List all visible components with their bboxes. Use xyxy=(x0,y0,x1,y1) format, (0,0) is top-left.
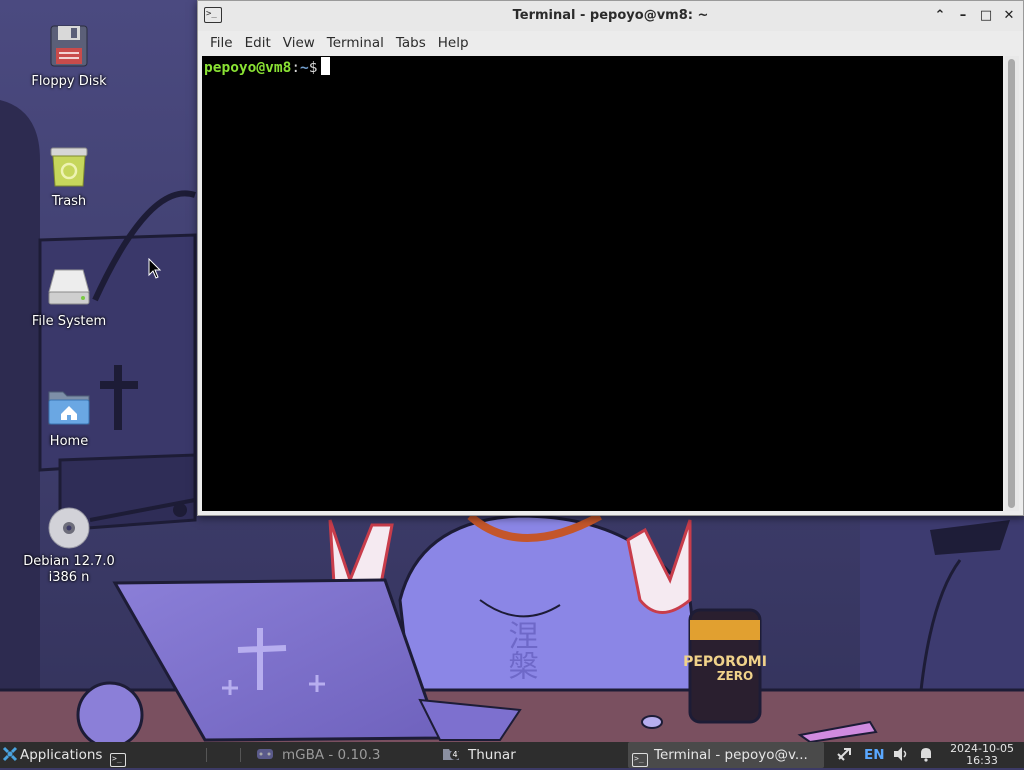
notification-bell-icon[interactable] xyxy=(918,742,934,768)
folder-icon: 4 xyxy=(442,744,460,760)
home-folder-icon xyxy=(45,382,93,430)
desktop-icon-file-system[interactable]: File System xyxy=(14,262,124,330)
mouse-pointer-icon xyxy=(148,258,162,279)
window-count-badge: 4 xyxy=(450,750,460,760)
floppy-disk-icon xyxy=(45,22,93,70)
window-titlebar[interactable]: >_ Terminal - pepoyo@vm8: ~ ⌃ – □ ✕ xyxy=(198,1,1023,31)
vertical-scrollbar[interactable] xyxy=(1005,56,1019,511)
task-label: Thunar xyxy=(468,747,516,763)
network-icon[interactable] xyxy=(836,742,854,768)
close-button[interactable]: ✕ xyxy=(1001,8,1017,24)
menu-bar: File Edit View Terminal Tabs Help xyxy=(198,31,1023,55)
optical-disc-icon xyxy=(45,502,93,550)
prompt-symbol: $ xyxy=(308,60,318,76)
panel-separator xyxy=(240,748,241,762)
keep-above-button[interactable]: ⌃ xyxy=(932,8,948,24)
prompt-user-host: pepoyo@vm8 xyxy=(204,60,292,76)
prompt-separator: : xyxy=(291,60,301,76)
panel-separator xyxy=(206,748,207,762)
menu-tabs[interactable]: Tabs xyxy=(390,31,432,51)
terminal-screen[interactable]: pepoyo@vm8:~$ xyxy=(202,56,1003,511)
clock-time: 16:33 xyxy=(966,754,998,767)
minimize-button[interactable]: – xyxy=(955,8,971,24)
menu-help[interactable]: Help xyxy=(432,31,475,51)
panel-clock[interactable]: 2024-10-05 16:33 xyxy=(950,743,1014,767)
desktop-icon-label: Floppy Disk xyxy=(31,74,107,89)
mgba-icon xyxy=(257,749,273,759)
keyboard-layout-indicator[interactable]: EN xyxy=(864,742,885,768)
applications-label: Applications xyxy=(20,747,103,763)
menu-view[interactable]: View xyxy=(277,31,321,51)
task-terminal[interactable]: >_ Terminal - pepoyo@v... xyxy=(628,742,824,768)
text-cursor xyxy=(320,57,330,75)
terminal-task-icon: >_ xyxy=(632,753,648,767)
menu-file[interactable]: File xyxy=(204,31,239,51)
desktop-icon-label: Home xyxy=(49,434,89,449)
task-thunar[interactable]: 4 Thunar xyxy=(440,742,626,768)
task-mgba[interactable]: mGBA - 0.10.3 xyxy=(250,742,436,768)
maximize-button[interactable]: □ xyxy=(978,8,994,24)
desktop-icon-label: File System xyxy=(31,314,107,329)
can-text-line2: ZERO xyxy=(717,669,753,683)
prompt-path: ~ xyxy=(300,60,309,76)
taskbar-panel: Applications >_ mGBA - 0.10.3 4 Thunar >… xyxy=(0,742,1024,768)
terminal-launcher-icon: >_ xyxy=(110,753,126,767)
hoodie-text: 涅槃 xyxy=(503,620,538,680)
desktop-icon-trash[interactable]: Trash xyxy=(14,142,124,210)
window-title: Terminal - pepoyo@vm8: ~ xyxy=(512,8,709,23)
trash-icon xyxy=(45,142,93,190)
drive-icon xyxy=(45,262,93,310)
desktop-icon-label: Debian 12.7.0 i386 n xyxy=(23,554,115,585)
desktop-icon-floppy-disk[interactable]: Floppy Disk xyxy=(14,22,124,90)
shell-prompt: pepoyo@vm8:~$ xyxy=(204,57,330,76)
desktop-icon-label: Trash xyxy=(51,194,87,209)
quick-launch-terminal[interactable]: >_ xyxy=(110,742,132,768)
can-text-line1: PEPOROMI xyxy=(683,654,767,670)
scrollbar-thumb[interactable] xyxy=(1008,59,1015,508)
volume-icon[interactable] xyxy=(892,742,910,768)
applications-menu-button[interactable]: Applications xyxy=(2,742,102,768)
task-label: mGBA - 0.10.3 xyxy=(282,747,381,763)
xfce-logo-icon xyxy=(2,746,18,762)
terminal-window[interactable]: >_ Terminal - pepoyo@vm8: ~ ⌃ – □ ✕ File… xyxy=(197,0,1024,516)
task-label: Terminal - pepoyo@v... xyxy=(654,747,808,763)
desktop-icon-home[interactable]: Home xyxy=(14,382,124,450)
desktop-icon-debian-disc[interactable]: Debian 12.7.0 i386 n xyxy=(14,502,124,586)
menu-terminal[interactable]: Terminal xyxy=(321,31,390,51)
menu-edit[interactable]: Edit xyxy=(239,31,277,51)
